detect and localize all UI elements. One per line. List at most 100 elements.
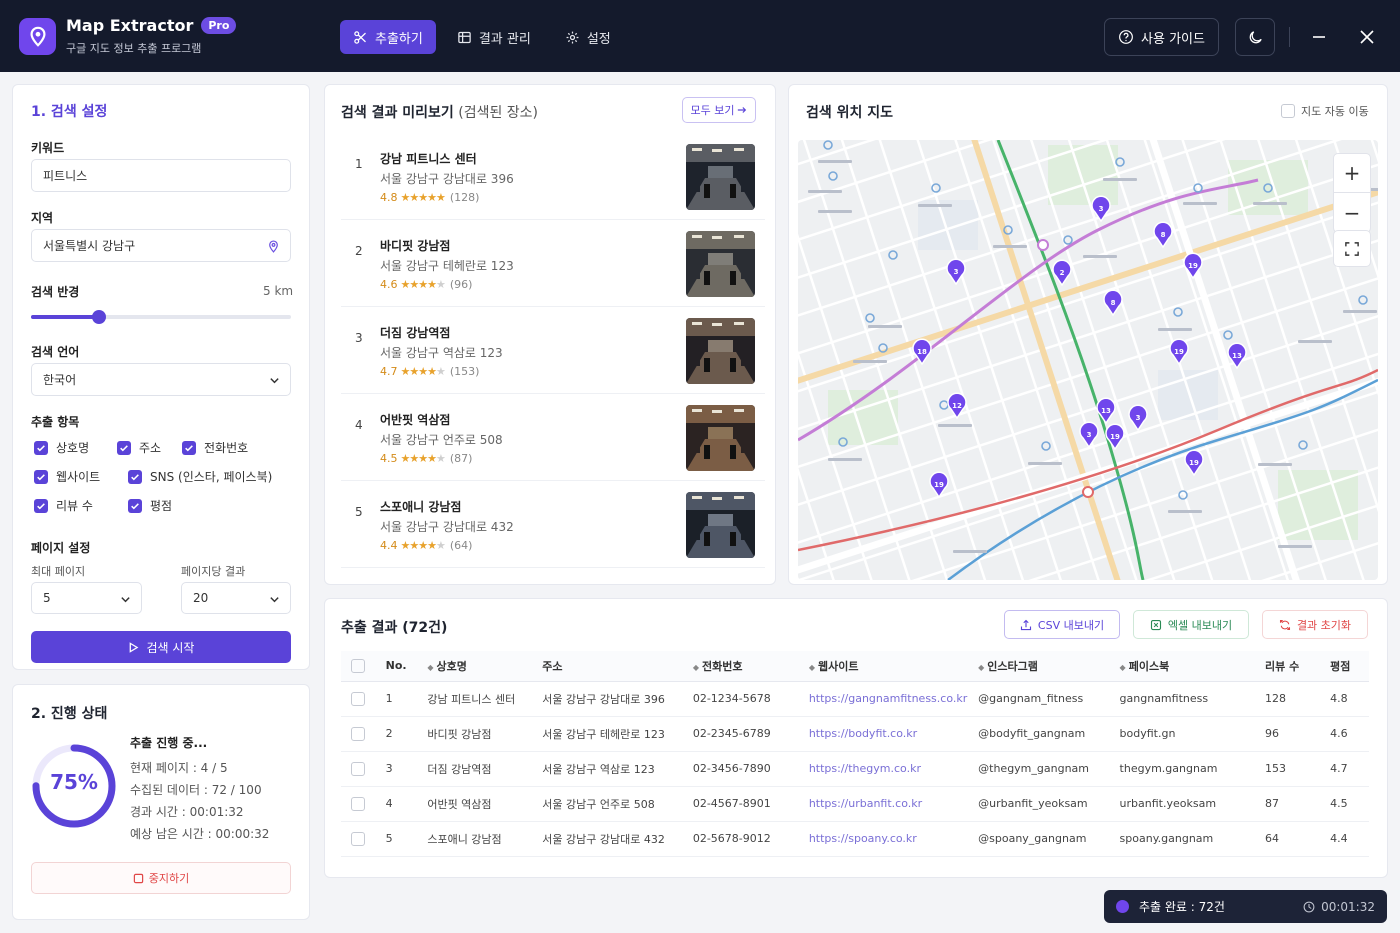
nav-extract[interactable]: 추출하기 [340, 20, 436, 54]
website-link[interactable]: https://thegym.co.kr [800, 751, 971, 787]
row-checkbox[interactable] [351, 691, 365, 706]
zoom-out-button[interactable]: − [1334, 193, 1370, 232]
view-all-button[interactable]: 모두 보기 [682, 97, 756, 123]
stop-label: 중지하기 [148, 872, 190, 885]
table-cell: gangnamfitness [1111, 681, 1258, 717]
close-button[interactable] [1356, 26, 1378, 48]
table-row[interactable]: 3 더짐 강남역점 서울 강남구 역삼로 123 02-3456-7890 https:… [341, 751, 1369, 787]
checkbox-checked-icon[interactable] [34, 498, 48, 513]
slider-handle[interactable] [91, 310, 106, 324]
column-header[interactable]: ◆ 페이스북 [1111, 651, 1258, 682]
guide-button[interactable]: 사용 가이드 [1104, 18, 1219, 56]
checkbox-checked-icon[interactable] [34, 469, 48, 484]
theme-toggle-button[interactable] [1235, 18, 1275, 56]
table-row[interactable]: 5 스포애니 강남점 서울 강남구 강남대로 432 02-5678-9012 http… [341, 821, 1369, 857]
field-checkbox[interactable]: 상호명 [34, 439, 89, 456]
nav-settings[interactable]: 설정 [552, 20, 624, 54]
excel-icon [1150, 619, 1161, 630]
table-cell: 4 [377, 786, 420, 822]
nav-results[interactable]: 결과 관리 [444, 20, 544, 54]
per-page-select[interactable]: 20 [181, 582, 291, 614]
row-checkbox[interactable] [351, 761, 365, 776]
row-checkbox[interactable] [351, 726, 365, 741]
radius-value: 5 km [263, 284, 294, 298]
preview-item-address: 서울 강남구 역삼로 123 [380, 346, 503, 360]
website-link[interactable]: https://urbanfit.co.kr [800, 786, 971, 822]
field-checkbox[interactable]: 전화번호 [182, 439, 248, 456]
fullscreen-button[interactable] [1333, 230, 1371, 267]
map-marker-label: 19 [1189, 459, 1199, 467]
checkbox-checked-icon[interactable] [182, 440, 196, 455]
toast-text: 추출 완료 : 72건 [1139, 900, 1225, 914]
row-select-cell[interactable] [341, 751, 378, 787]
toast-status-icon [1116, 900, 1129, 913]
select-all-checkbox[interactable] [351, 658, 365, 673]
column-header[interactable]: 주소 [534, 651, 685, 682]
checkbox-checked-icon[interactable] [117, 440, 131, 455]
field-checkbox[interactable]: 리뷰 수 [34, 497, 93, 514]
column-header[interactable]: 평점 [1322, 651, 1369, 682]
website-link[interactable]: https://bodyfit.co.kr [800, 716, 971, 752]
column-header[interactable]: No. [377, 651, 420, 682]
website-link[interactable]: https://gangnamfitness.co.kr [800, 681, 971, 717]
row-select-cell[interactable] [341, 821, 378, 857]
column-header[interactable]: ◆ 전화번호 [684, 651, 801, 682]
header-select-all[interactable] [341, 651, 378, 682]
checkbox-checked-icon[interactable] [128, 498, 142, 513]
field-checkbox[interactable]: SNS (인스타, 페이스북) [128, 468, 272, 485]
preview-item[interactable]: 5 스포애니 강남점 서울 강남구 강남대로 432 4.4 ★★★★★ (64) [341, 482, 765, 568]
excel-export-button[interactable]: 엑셀 내보내기 [1133, 610, 1249, 639]
nav-settings-label: 설정 [586, 31, 611, 47]
gym-photo [686, 231, 755, 297]
stop-button[interactable]: 중지하기 [31, 862, 291, 894]
field-checkbox[interactable]: 주소 [117, 439, 161, 456]
progress-collected: 수집된 데이터 : 72 / 100 [130, 783, 262, 797]
table-cell: 서울 강남구 언주로 508 [534, 786, 685, 822]
reset-results-button[interactable]: 결과 초기화 [1262, 610, 1368, 639]
csv-export-button[interactable]: CSV 내보내기 [1004, 610, 1120, 639]
field-checkbox[interactable]: 평점 [128, 497, 172, 514]
preview-item-rating: 4.7 ★★★★★ (153) [380, 365, 479, 378]
auto-move-checkbox[interactable]: 지도 자동 이동 [1281, 103, 1369, 119]
table-cell: 153 [1257, 751, 1323, 787]
preview-item[interactable]: 4 어반핏 역삼점 서울 강남구 언주로 508 4.5 ★★★★★ (87) [341, 395, 765, 481]
minimize-button[interactable] [1308, 26, 1330, 48]
table-row[interactable]: 4 어반핏 역삼점 서울 강남구 언주로 508 02-4567-8901 https:… [341, 786, 1369, 822]
column-header[interactable]: ◆ 웹사이트 [800, 651, 971, 682]
website-link[interactable]: https://spoany.co.kr [800, 821, 971, 857]
preview-item-address: 서울 강남구 강남대로 396 [380, 172, 514, 186]
auto-move-box[interactable] [1281, 104, 1295, 118]
preview-item-name: 강남 피트니스 센터 [380, 152, 477, 166]
page-settings-label: 페이지 설정 [31, 541, 91, 555]
row-select-cell[interactable] [341, 681, 378, 717]
column-header[interactable]: 리뷰 수 [1257, 651, 1323, 682]
table-cell: 5 [377, 821, 420, 857]
keyword-label: 키워드 [31, 141, 65, 155]
column-header[interactable]: ◆ 인스타그램 [970, 651, 1112, 682]
max-page-select[interactable]: 5 [31, 582, 142, 614]
language-select[interactable]: 한국어 [31, 363, 291, 396]
column-header-label: 웹사이트 [817, 659, 859, 673]
row-select-cell[interactable] [341, 786, 378, 822]
checkbox-checked-icon[interactable] [34, 440, 48, 455]
review-count: (87) [449, 452, 473, 465]
preview-item[interactable]: 2 바디핏 강남점 서울 강남구 테헤란로 123 4.6 ★★★★★ (96) [341, 221, 765, 307]
field-checkbox[interactable]: 웹사이트 [34, 468, 100, 485]
row-checkbox[interactable] [351, 831, 365, 846]
row-checkbox[interactable] [351, 796, 365, 811]
map-marker-label: 3 [954, 268, 959, 276]
radius-slider[interactable] [31, 310, 291, 324]
preview-item[interactable]: 3 더짐 강남역점 서울 강남구 역삼로 123 4.7 ★★★★★ (153) [341, 308, 765, 394]
table-row[interactable]: 1 강남 피트니스 센터 서울 강남구 강남대로 396 02-1234-5678 ht… [341, 681, 1369, 717]
max-page-label: 최대 페이지 [31, 565, 86, 578]
map-canvas[interactable]: 3 8 19 3 2 8 18 19 13 12 13 3 3 19 19 19 [798, 140, 1378, 580]
checkbox-checked-icon[interactable] [128, 469, 142, 484]
zoom-in-button[interactable]: + [1334, 154, 1370, 194]
start-search-button[interactable]: 검색 시작 [31, 631, 291, 663]
keyword-input[interactable]: 피트니스 [31, 159, 291, 192]
preview-item[interactable]: 1 강남 피트니스 센터 서울 강남구 강남대로 396 4.8 ★★★★★ (128) [341, 134, 765, 220]
row-select-cell[interactable] [341, 716, 378, 752]
column-header[interactable]: ◆ 상호명 [419, 651, 535, 682]
region-input[interactable]: 서울특별시 강남구 [31, 229, 291, 262]
table-row[interactable]: 2 바디핏 강남점 서울 강남구 테헤란로 123 02-2345-6789 https… [341, 716, 1369, 752]
